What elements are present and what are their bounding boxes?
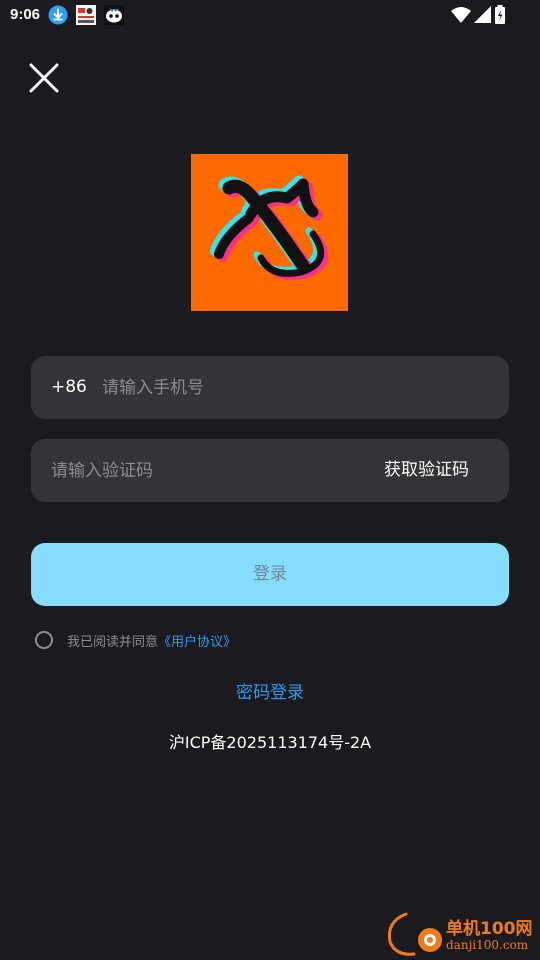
watermark: 单机100网 danji100.com	[384, 910, 536, 958]
battery-icon	[495, 5, 505, 24]
app-logo-mark	[210, 175, 329, 280]
download-icon	[48, 5, 68, 25]
get-code-button[interactable]: 获取验证码	[384, 439, 469, 502]
login-screen: 9:06 +86 请输入手机号 请输入验证码 获取验证码 登录 我已阅读并同意 …	[0, 0, 540, 960]
close-button[interactable]	[26, 60, 62, 96]
watermark-logo-icon	[387, 912, 442, 956]
watermark-title: 单机100网	[446, 919, 533, 939]
status-bar: 9:06	[0, 0, 540, 32]
user-agreement-link[interactable]: 《用户协议》	[158, 631, 236, 650]
country-code[interactable]: +86	[51, 356, 87, 419]
app-logo	[191, 154, 348, 311]
agreement-text: 我已阅读并同意	[67, 634, 159, 650]
phone-field: +86	[31, 356, 509, 419]
icp-license-text: 沪ICP备2025113174号-2A	[168, 733, 372, 752]
agreement-row: 我已阅读并同意 《用户协议》	[35, 630, 236, 650]
status-time: 9:06	[10, 6, 41, 23]
app-notification-icon	[76, 5, 96, 25]
close-icon	[29, 63, 59, 93]
agreement-checkbox[interactable]	[35, 631, 53, 649]
password-login-link[interactable]: 密码登录	[0, 678, 540, 703]
verification-code-input[interactable]	[51, 439, 351, 502]
verification-code-field: 获取验证码	[31, 439, 509, 502]
watermark-url: danji100.com	[446, 938, 529, 952]
robot-app-icon	[104, 5, 124, 25]
login-button[interactable]: 登录	[31, 543, 509, 606]
signal-icon	[474, 5, 491, 23]
phone-input[interactable]	[102, 356, 482, 419]
wifi-icon	[451, 6, 471, 23]
status-indicators	[451, 5, 506, 24]
